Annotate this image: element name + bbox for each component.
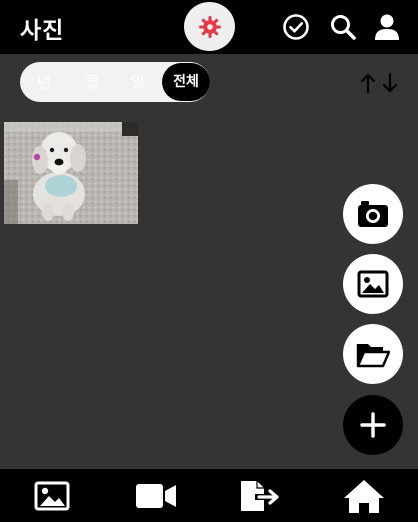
- video-icon: [136, 483, 176, 508]
- home-icon: [344, 479, 384, 513]
- folder-open-icon: [356, 344, 390, 368]
- add-button[interactable]: [343, 395, 403, 455]
- search-icon: [331, 15, 356, 40]
- page-title: 사진: [20, 18, 65, 44]
- dog-photo: [4, 122, 138, 224]
- photo-thumbnail[interactable]: [4, 122, 138, 224]
- gear-icon: [198, 15, 221, 38]
- nav-export[interactable]: [230, 469, 290, 522]
- sort-up-down-icon: [360, 72, 398, 94]
- period-filter: 년 월 일 전체: [20, 62, 210, 102]
- plus-icon: [360, 412, 386, 438]
- camera-button[interactable]: [343, 184, 403, 244]
- filter-year[interactable]: 년: [24, 62, 64, 102]
- gallery-button[interactable]: [343, 254, 403, 314]
- image-icon: [34, 481, 70, 510]
- nav-photos[interactable]: [22, 469, 82, 522]
- select-button[interactable]: [281, 12, 311, 42]
- folder-button[interactable]: [343, 324, 403, 384]
- export-icon: [241, 480, 279, 511]
- bottom-nav: [0, 469, 418, 522]
- profile-button[interactable]: [372, 12, 402, 42]
- top-bar: 사진: [0, 0, 418, 54]
- nav-home[interactable]: [334, 469, 394, 522]
- camera-icon: [358, 201, 388, 227]
- settings-button[interactable]: [184, 2, 235, 51]
- sort-button[interactable]: [358, 72, 400, 94]
- search-button[interactable]: [328, 12, 358, 42]
- filter-all[interactable]: 전체: [162, 63, 210, 101]
- check-circle-icon: [283, 14, 309, 40]
- filter-day[interactable]: 일: [118, 62, 158, 102]
- user-icon: [375, 14, 399, 40]
- nav-videos[interactable]: [126, 469, 186, 522]
- filter-month[interactable]: 월: [72, 62, 112, 102]
- image-icon: [357, 270, 389, 298]
